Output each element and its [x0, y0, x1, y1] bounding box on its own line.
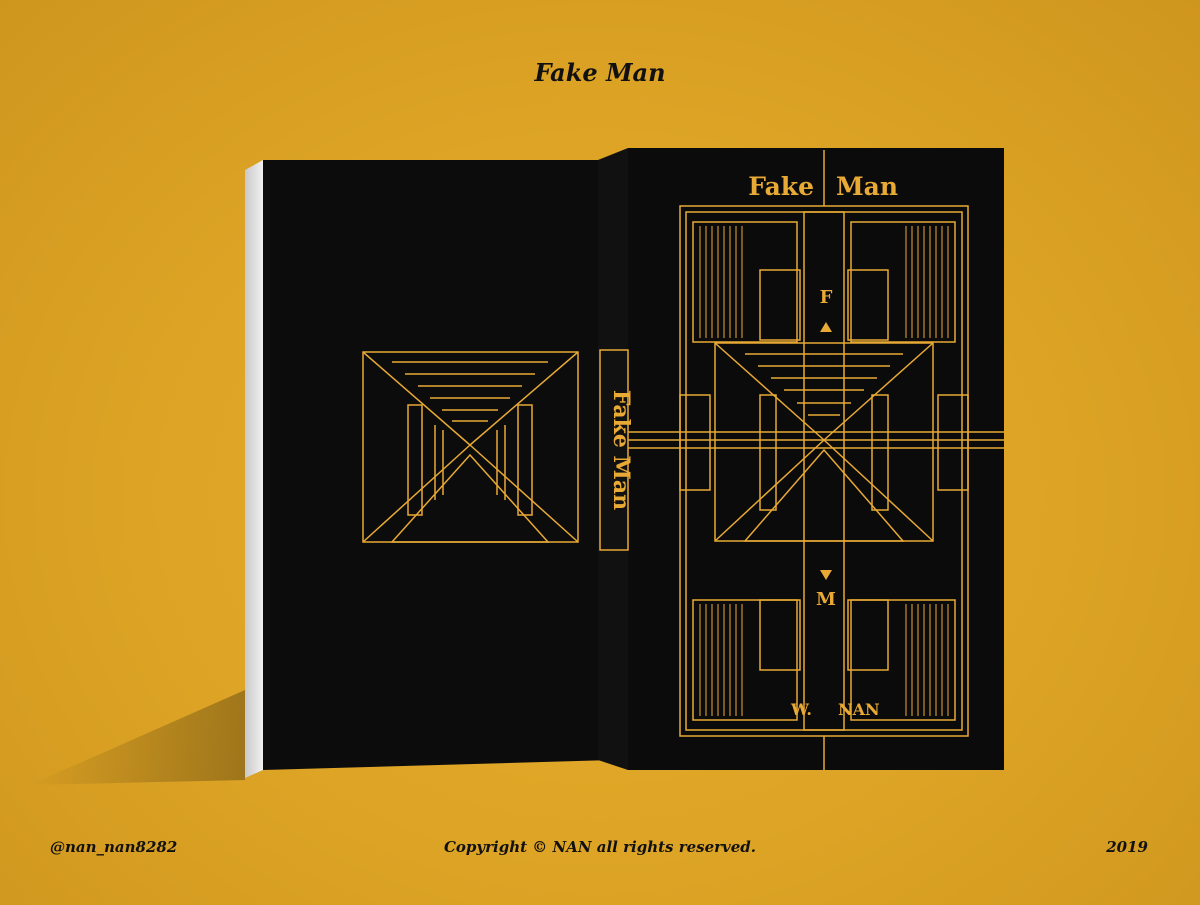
cover-author-name: NAN	[838, 700, 880, 719]
front-book: Fake Man F M W. NAN Fake Man	[598, 148, 1004, 770]
back-book	[245, 160, 612, 778]
cover-author-prefix: W.	[790, 700, 812, 719]
spine-title: Fake Man	[608, 390, 634, 510]
year-text: 2019	[1106, 838, 1148, 856]
cover-title-right: Man	[836, 172, 898, 201]
copyright-text: Copyright © NAN all rights reserved.	[443, 838, 757, 856]
book-mockup: Fake Man F M W. NAN Fake Man	[30, 148, 1004, 785]
cover-letter-top: F	[820, 287, 833, 308]
cover-letter-bottom: M	[816, 589, 836, 610]
back-cover	[263, 160, 612, 770]
book-shadow	[30, 690, 245, 785]
page-edge	[245, 160, 263, 778]
cover-title-left: Fake	[748, 172, 814, 201]
